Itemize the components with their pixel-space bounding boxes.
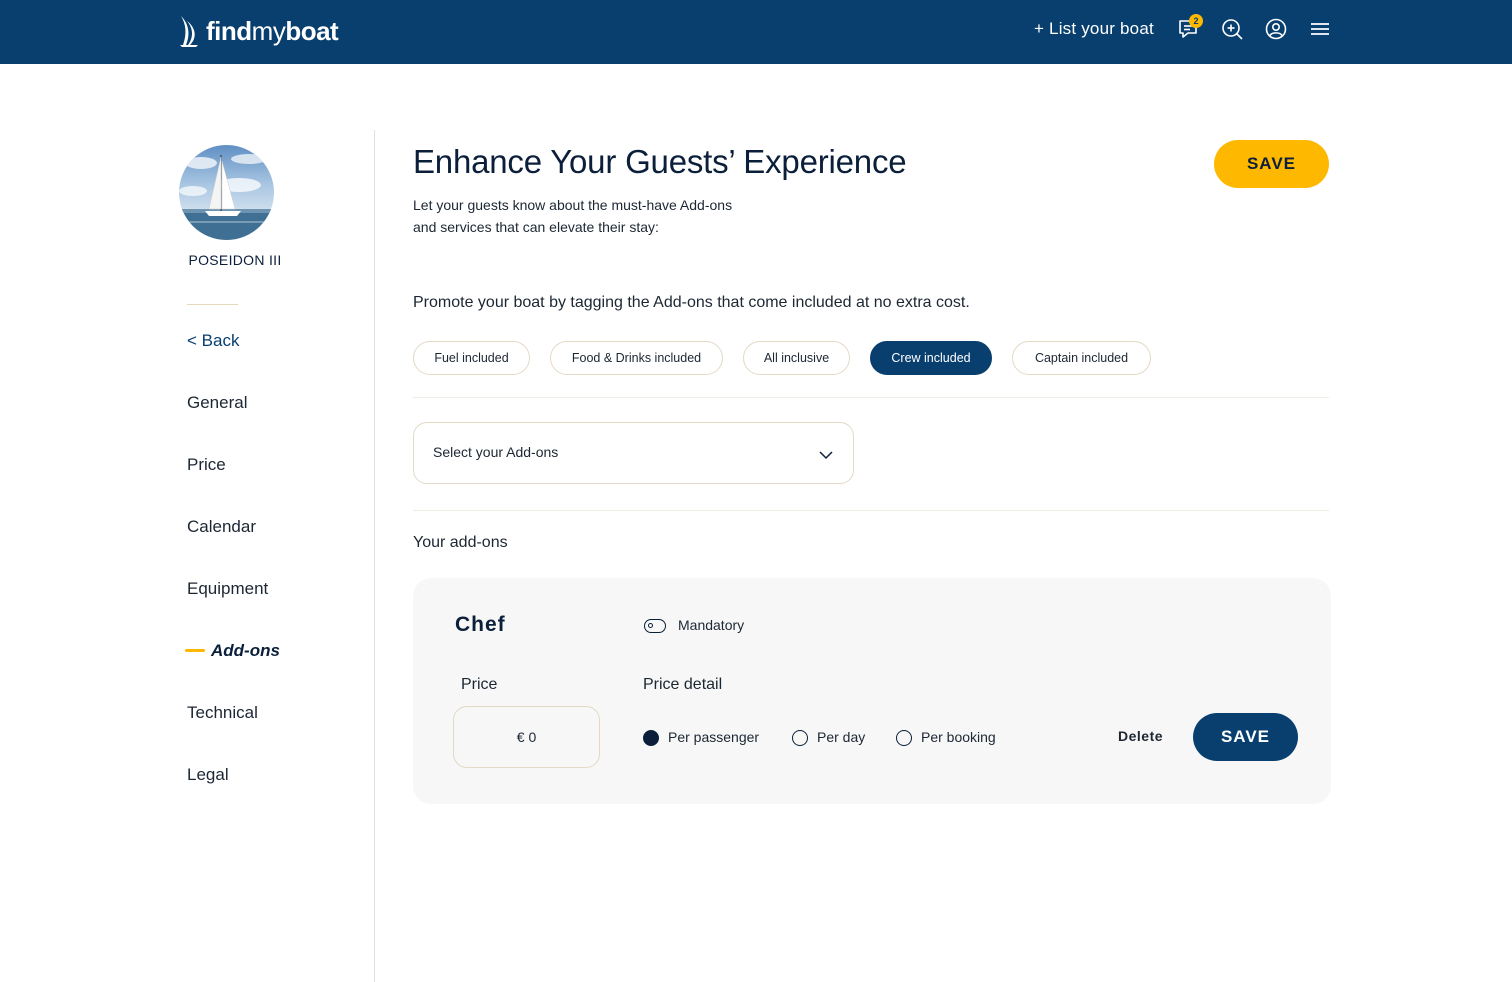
sidebar-item-general[interactable]: General — [187, 393, 247, 413]
delete-button[interactable]: Delete — [1118, 728, 1163, 744]
sidebar-item-add-ons[interactable]: Add-ons — [211, 641, 280, 661]
mandatory-toggle[interactable] — [644, 619, 666, 633]
findmyboat-logo[interactable]: findmyboat — [178, 14, 339, 48]
sidebar-item-technical[interactable]: Technical — [187, 703, 258, 723]
search-plus-icon[interactable] — [1220, 17, 1244, 41]
price-detail-label: Price detail — [643, 676, 723, 693]
your-add-ons-heading: Your add-ons — [413, 534, 508, 551]
back-link[interactable]: < Back — [187, 331, 239, 351]
chip-captain-included[interactable]: Captain included — [1012, 341, 1151, 375]
menu-icon[interactable] — [1308, 17, 1332, 41]
sidebar-divider — [374, 130, 375, 982]
page-subtitle-line-2: and services that can elevate their stay… — [413, 219, 659, 235]
chevron-down-icon — [819, 447, 833, 465]
boat-name: POSEIDON III — [188, 252, 282, 268]
toggle-knob — [648, 623, 653, 628]
radio-per-booking[interactable] — [896, 730, 912, 746]
promo-description: Promote your boat by tagging the Add-ons… — [413, 294, 970, 311]
add-on-name: Chef — [455, 613, 506, 636]
sidebar-item-equipment[interactable]: Equipment — [187, 579, 268, 599]
page-subtitle: Let your guests know about the must-have… — [413, 194, 793, 238]
sail-logo-icon — [180, 16, 198, 47]
sidebar-separator — [187, 304, 238, 305]
radio-per-passenger[interactable] — [643, 730, 659, 746]
sidebar-item-calendar[interactable]: Calendar — [187, 517, 256, 537]
page-title: Enhance Your Guests’ Experience — [413, 143, 907, 180]
add-ons-select-placeholder: Select your Add-ons — [433, 444, 559, 460]
radio-label-per-passenger[interactable]: Per passenger — [668, 729, 759, 745]
radio-label-per-booking[interactable]: Per booking — [921, 729, 996, 745]
chip-food-drinks-included[interactable]: Food & Drinks included — [550, 341, 723, 375]
top-navigation-bar: findmyboat + List your boat 2 — [0, 0, 1512, 64]
user-icon[interactable] — [1264, 17, 1288, 41]
list-your-boat-link[interactable]: + List your boat — [1034, 19, 1154, 39]
price-input[interactable]: € 0 — [453, 706, 600, 768]
boat-avatar — [179, 145, 274, 240]
save-button[interactable]: SAVE — [1214, 140, 1329, 188]
chip-all-inclusive[interactable]: All inclusive — [743, 341, 850, 375]
radio-per-day[interactable] — [792, 730, 808, 746]
messages-count-badge: 2 — [1189, 14, 1203, 28]
add-on-card: Chef Mandatory Price Price detail € 0 Pe… — [413, 578, 1331, 804]
sidebar-item-legal[interactable]: Legal — [187, 765, 229, 785]
mandatory-label: Mandatory — [678, 617, 745, 633]
section-divider — [413, 510, 1329, 511]
page-subtitle-line-1: Let your guests know about the must-have… — [413, 197, 733, 213]
sidebar-item-price[interactable]: Price — [187, 455, 226, 475]
radio-label-per-day[interactable]: Per day — [817, 729, 865, 745]
add-ons-select[interactable]: Select your Add-ons — [413, 422, 854, 484]
logo-text: findmyboat — [206, 15, 339, 46]
chip-fuel-included[interactable]: Fuel included — [413, 341, 530, 375]
save-add-on-button[interactable]: SAVE — [1193, 713, 1298, 761]
section-divider — [413, 397, 1329, 398]
active-item-indicator — [185, 649, 205, 652]
price-label: Price — [461, 676, 498, 693]
chip-crew-included[interactable]: Crew included — [870, 341, 992, 375]
